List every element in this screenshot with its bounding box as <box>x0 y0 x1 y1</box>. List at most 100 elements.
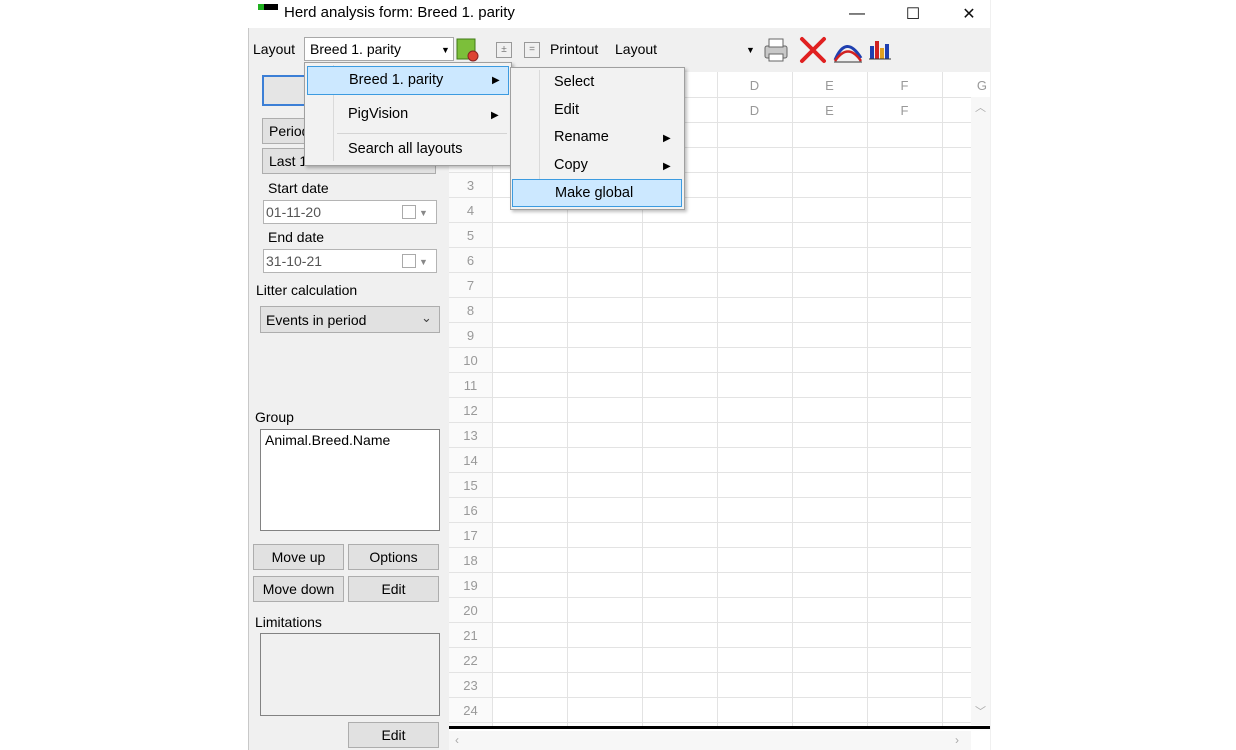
window-title: Herd analysis form: Breed 1. parity <box>284 4 515 21</box>
printout-combo[interactable]: Layout ▼ <box>610 37 760 61</box>
chevron-down-icon: ▼ <box>419 257 428 267</box>
grid-row-line <box>449 522 971 523</box>
menu-item-pigvision[interactable]: PigVision <box>348 106 408 122</box>
scroll-left-icon[interactable]: ‹ <box>455 733 459 747</box>
limitations-list[interactable] <box>260 633 440 716</box>
group-list[interactable]: Animal.Breed.Name <box>260 429 440 531</box>
row-header[interactable]: 19 <box>449 578 492 593</box>
row-header[interactable]: 17 <box>449 528 492 543</box>
edit-group-button[interactable]: Edit <box>348 576 439 602</box>
layout-combo[interactable]: Breed 1. parity ▼ <box>304 37 454 61</box>
grid-row-line <box>449 547 971 548</box>
row-header[interactable]: 5 <box>449 228 492 243</box>
grid-column-line <box>867 72 868 728</box>
menu-item-rename[interactable]: Rename <box>554 129 609 145</box>
grid-row-line <box>449 647 971 648</box>
grid-row-line <box>449 572 971 573</box>
litter-calculation-select[interactable]: Events in period ⌄ <box>260 306 440 333</box>
new-layout-icon[interactable] <box>456 37 480 63</box>
row-header[interactable]: 6 <box>449 253 492 268</box>
end-date-value: 31-10-21 <box>266 253 323 269</box>
menu-item-edit[interactable]: Edit <box>554 102 579 118</box>
row-header[interactable]: 11 <box>449 378 492 393</box>
row-header[interactable]: 8 <box>449 303 492 318</box>
row-header[interactable]: 4 <box>449 203 492 218</box>
maximize-button[interactable]: ☐ <box>890 0 936 28</box>
options-button[interactable]: Options <box>348 544 439 570</box>
row-header[interactable]: 18 <box>449 553 492 568</box>
layout-dropdown-menu: Breed 1. parity ▶ PigVision ▶ Search all… <box>304 62 512 166</box>
row-header[interactable]: 24 <box>449 703 492 718</box>
curve-chart-icon[interactable] <box>832 36 864 64</box>
grid-row-line <box>449 247 971 248</box>
move-up-button[interactable]: Move up <box>253 544 344 570</box>
minimize-button[interactable]: — <box>834 0 880 28</box>
grid-row-line <box>449 272 971 273</box>
grid-row-line <box>449 322 971 323</box>
scroll-right-icon[interactable]: › <box>955 733 959 747</box>
edit-limitations-button[interactable]: Edit <box>348 722 439 748</box>
end-date-field[interactable]: 31-10-21 ▼ <box>263 249 437 273</box>
grid-row-line <box>449 497 971 498</box>
row-header[interactable]: 10 <box>449 353 492 368</box>
row-header[interactable]: 21 <box>449 628 492 643</box>
row-header[interactable]: 3 <box>449 178 492 193</box>
column-header-f[interactable]: F <box>867 78 942 93</box>
column-subheader-f: F <box>900 103 909 118</box>
grid-column-line <box>792 72 793 728</box>
row-header[interactable]: 15 <box>449 478 492 493</box>
column-header-g[interactable]: G <box>942 78 990 93</box>
bar-chart-icon[interactable] <box>868 38 892 62</box>
add-row-icon[interactable]: ± <box>496 42 512 58</box>
grid-row-line <box>449 472 971 473</box>
move-down-button[interactable]: Move down <box>253 576 344 602</box>
layout-submenu: Select Edit Rename ▶ Copy ▶ Make global <box>510 67 685 210</box>
grid-row-line <box>449 372 971 373</box>
menu-item-copy[interactable]: Copy <box>554 157 588 173</box>
grid-column-line <box>717 72 718 728</box>
menu-separator <box>337 133 507 134</box>
column-header-d[interactable]: D <box>717 78 792 93</box>
grid-row-line <box>449 447 971 448</box>
calendar-icon[interactable] <box>402 205 416 219</box>
grid-column-line <box>492 72 493 728</box>
printer-icon[interactable] <box>761 36 791 64</box>
app-icon <box>258 4 278 10</box>
grid-row-line <box>449 222 971 223</box>
submenu-arrow-icon: ▶ <box>491 110 499 121</box>
row-header[interactable]: 9 <box>449 328 492 343</box>
row-header[interactable]: 14 <box>449 453 492 468</box>
calendar-icon[interactable] <box>402 254 416 268</box>
chevron-down-icon: ⌄ <box>421 310 432 325</box>
menu-item-select[interactable]: Select <box>554 74 594 90</box>
row-header[interactable]: 12 <box>449 403 492 418</box>
end-date-label: End date <box>268 229 325 245</box>
scroll-down-icon[interactable]: ﹀ <box>975 703 986 719</box>
column-subheader-e: E <box>825 103 834 118</box>
column-header-e[interactable]: E <box>792 78 867 93</box>
chevron-down-icon: ▼ <box>441 45 450 55</box>
equal-icon[interactable]: = <box>524 42 540 58</box>
row-header[interactable]: 23 <box>449 678 492 693</box>
start-date-field[interactable]: 01-11-20 ▼ <box>263 200 437 224</box>
row-header[interactable]: 22 <box>449 653 492 668</box>
menu-item-search-all-layouts[interactable]: Search all layouts <box>348 141 462 157</box>
close-button[interactable]: ✕ <box>946 0 992 28</box>
grid-row-line <box>449 397 971 398</box>
submenu-arrow-icon: ▶ <box>492 75 500 86</box>
row-header[interactable]: 16 <box>449 503 492 518</box>
vertical-scrollbar[interactable]: ︿ ﹀ <box>971 97 990 725</box>
row-header[interactable]: 20 <box>449 603 492 618</box>
horizontal-scrollbar[interactable]: ‹ › <box>449 731 971 750</box>
scroll-up-icon[interactable]: ︿ <box>975 99 986 115</box>
delete-icon[interactable] <box>798 35 828 65</box>
chevron-down-icon: ▼ <box>746 45 755 55</box>
row-header[interactable]: 13 <box>449 428 492 443</box>
printout-label: Printout <box>550 41 599 57</box>
menu-item-breed-1-parity[interactable]: Breed 1. parity ▶ <box>307 66 509 95</box>
menu-item-make-global[interactable]: Make global <box>512 179 682 207</box>
row-header[interactable]: 7 <box>449 278 492 293</box>
list-item[interactable]: Animal.Breed.Name <box>265 432 390 448</box>
grid-row-line <box>449 422 971 423</box>
litter-calculation-label: Litter calculation <box>256 282 358 298</box>
